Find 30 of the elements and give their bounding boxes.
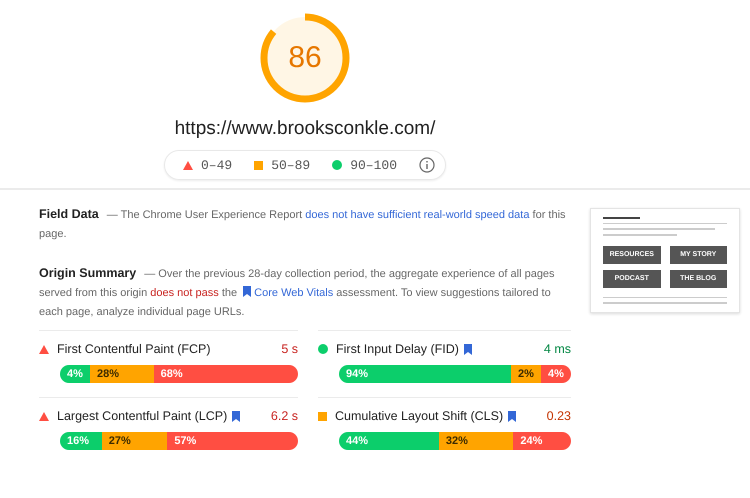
metric-name: Cumulative Layout Shift (CLS): [335, 409, 504, 423]
score-value: 86: [287, 40, 323, 76]
distribution-segment: 94%: [339, 365, 511, 383]
legend-range: 0–49: [200, 158, 232, 172]
metric-name: Largest Contentful Paint (LCP): [57, 409, 228, 423]
distribution-segment: 16%: [60, 432, 102, 450]
distribution-segment: 27%: [102, 432, 168, 450]
distribution-segment: 57%: [167, 432, 298, 450]
distribution-segment: 32%: [438, 432, 514, 450]
text-link[interactable]: does not have sufficient real-world speed data: [305, 209, 530, 221]
section-paragraph: Origin Summary — Over the previous 28-day collection period, the aggregate experience of all pages served from this origin does not pass the Core Web Vitals assessment. To view suggestions tailored to each page, analyze individual page URLs.: [39, 265, 556, 320]
text-link[interactable]: Core Web Vitals: [240, 287, 334, 299]
legend-range: 90–100: [350, 158, 398, 172]
metric-name: First Input Delay (FID): [336, 342, 459, 356]
page-url: https://www.brooksconkle.com/: [174, 118, 436, 140]
metric-value: 6.2 s: [270, 409, 298, 423]
metric-name: First Contentful Paint (FCP): [57, 342, 211, 356]
distribution-segment: 24%: [513, 432, 571, 450]
distribution-segment: 68%: [154, 365, 298, 383]
distribution-segment: 4%: [60, 365, 90, 383]
legend-range: 50–89: [271, 158, 310, 172]
distribution-segment: 4%: [541, 365, 571, 383]
distribution-segment: 44%: [339, 432, 439, 450]
metric-value: 0.23: [546, 409, 571, 423]
info-icon[interactable]: [419, 157, 436, 173]
distribution-segment: 28%: [90, 365, 154, 383]
metric-value: 5 s: [281, 342, 298, 356]
metric-value: 4 ms: [544, 342, 571, 356]
section-paragraph: Field Data — The Chrome User Experience Report does not have sufficient real-world speed data for this page.: [39, 206, 567, 242]
distribution-segment: 2%: [511, 365, 541, 383]
